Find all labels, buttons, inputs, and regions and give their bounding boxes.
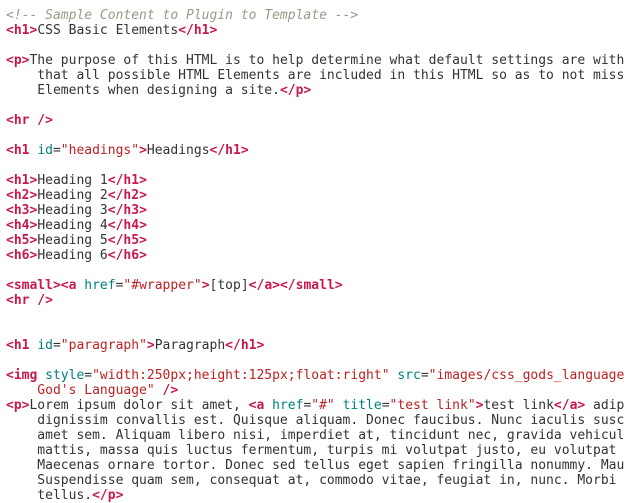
attr-title: title bbox=[343, 398, 382, 413]
text: Heading 1 bbox=[37, 173, 107, 188]
tag-close-h5: </h5> bbox=[108, 233, 147, 248]
tag-close-h4: </h4> bbox=[108, 218, 147, 233]
attr-value: "paragraph" bbox=[61, 338, 147, 353]
tag-open-h1: <h1 bbox=[6, 143, 29, 158]
tag-close-a: </a> bbox=[554, 398, 585, 413]
tag-close-bracket: > bbox=[139, 143, 147, 158]
tag-close-p: </p> bbox=[280, 83, 311, 98]
text: Headings bbox=[147, 143, 210, 158]
text: Maecenas ornare tortor. Donec sed tellus… bbox=[6, 458, 624, 473]
tag-open-h6: <h6> bbox=[6, 248, 37, 263]
attr-id: id bbox=[37, 143, 53, 158]
equals: = bbox=[84, 368, 92, 383]
tag-open-small: <small> bbox=[6, 278, 61, 293]
attr-href: href bbox=[84, 278, 115, 293]
space bbox=[264, 398, 272, 413]
tag-open-h1: <h1> bbox=[6, 173, 37, 188]
tag-close-h6: </h6> bbox=[108, 248, 147, 263]
text: [top] bbox=[210, 278, 249, 293]
text: Suspendisse quam sem, consequat at, comm… bbox=[6, 473, 624, 488]
tag-open-h4: <h4> bbox=[6, 218, 37, 233]
attr-value: "#wrapper" bbox=[123, 278, 201, 293]
text: Heading 2 bbox=[37, 188, 107, 203]
text: Lorem ipsum dolor sit amet, bbox=[29, 398, 248, 413]
text: Heading 6 bbox=[37, 248, 107, 263]
tag-close-h1: </h1> bbox=[225, 338, 264, 353]
tag-open-a: <a bbox=[61, 278, 77, 293]
tag-open-img: <img bbox=[6, 368, 37, 383]
text: CSS Basic Elements bbox=[37, 23, 178, 38]
tag-close-a: </a> bbox=[249, 278, 280, 293]
tag-selfclose: /> bbox=[163, 383, 179, 398]
tag-close-bracket: > bbox=[202, 278, 210, 293]
text: tellus. bbox=[6, 488, 92, 503]
text: Heading 5 bbox=[37, 233, 107, 248]
attr-value: "width:250px;height:125px;float:right" bbox=[92, 368, 389, 383]
equals: = bbox=[53, 143, 61, 158]
tag-open-p: <p> bbox=[6, 398, 29, 413]
tag-close-small: </small> bbox=[280, 278, 343, 293]
tag-close-h1: </h1> bbox=[108, 173, 147, 188]
tag-close-p: </p> bbox=[92, 488, 123, 503]
tag-open-p: <p> bbox=[6, 53, 29, 68]
tag-close-h3: </h3> bbox=[108, 203, 147, 218]
text: The purpose of this HTML is to help dete… bbox=[29, 53, 624, 68]
tag-close-h2: </h2> bbox=[108, 188, 147, 203]
equals: = bbox=[53, 338, 61, 353]
attr-style: style bbox=[45, 368, 84, 383]
text: test link bbox=[483, 398, 553, 413]
attr-src: src bbox=[397, 368, 420, 383]
tag-open-h1: <h1 bbox=[6, 338, 29, 353]
space bbox=[155, 383, 163, 398]
tag-close-bracket: > bbox=[147, 338, 155, 353]
text: that all possible HTML Elements are incl… bbox=[6, 68, 624, 83]
space bbox=[335, 398, 343, 413]
text: Elements when designing a site. bbox=[6, 83, 280, 98]
attr-id: id bbox=[37, 338, 53, 353]
attr-value: "test link" bbox=[390, 398, 476, 413]
tag-open-a: <a bbox=[249, 398, 265, 413]
attr-value: "#" bbox=[311, 398, 334, 413]
comment-token: <!-- Sample Content to Plugin to Templat… bbox=[6, 8, 358, 23]
text: mattis, massa quis luctus fermentum, tur… bbox=[6, 443, 624, 458]
space bbox=[37, 368, 45, 383]
tag-close-h1: </h1> bbox=[178, 23, 217, 38]
tag-open-h1: <h1> bbox=[6, 23, 37, 38]
equals: = bbox=[382, 398, 390, 413]
attr-value-cont: God's Language" bbox=[6, 383, 155, 398]
tag-hr: <hr /> bbox=[6, 293, 53, 308]
attr-href: href bbox=[272, 398, 303, 413]
text: Heading 3 bbox=[37, 203, 107, 218]
tag-open-h2: <h2> bbox=[6, 188, 37, 203]
tag-close-h1: </h1> bbox=[210, 143, 249, 158]
text: adip bbox=[585, 398, 624, 413]
text: Heading 4 bbox=[37, 218, 107, 233]
tag-open-h3: <h3> bbox=[6, 203, 37, 218]
tag-hr: <hr /> bbox=[6, 113, 53, 128]
attr-value: "headings" bbox=[61, 143, 139, 158]
text: Paragraph bbox=[155, 338, 225, 353]
text: dignissim convallis est. Quisque aliquam… bbox=[6, 413, 624, 428]
tag-open-h5: <h5> bbox=[6, 233, 37, 248]
equals: = bbox=[421, 368, 429, 383]
text: amet sem. Aliquam libero nisi, imperdiet… bbox=[6, 428, 624, 443]
attr-value: "images/css_gods_language bbox=[429, 368, 625, 383]
